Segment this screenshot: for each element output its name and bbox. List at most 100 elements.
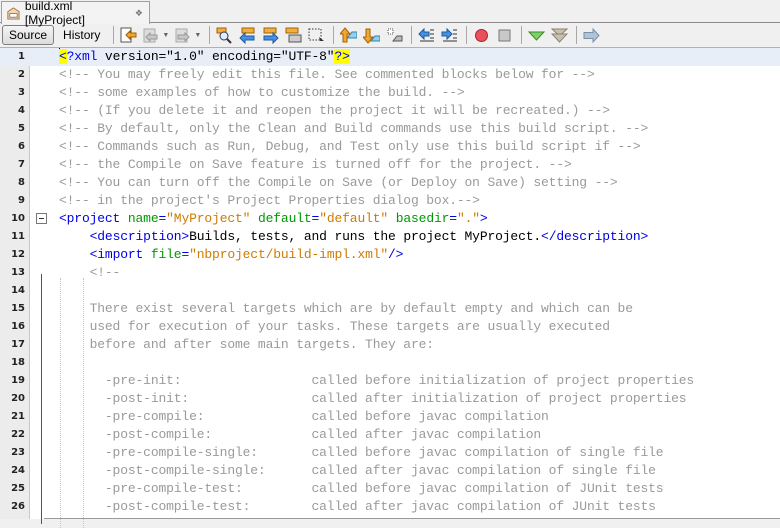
- line-code: <!-- You may freely edit this file. See …: [59, 66, 595, 84]
- code-line[interactable]: 5 <!-- By default, only the Clean and Bui…: [0, 120, 780, 138]
- code-line[interactable]: 3 <!-- some examples of how to customize …: [0, 84, 780, 102]
- code-line[interactable]: 7 <!-- the Compile on Save feature is tur…: [0, 156, 780, 174]
- line-code: <!-- some examples of how to customize t…: [59, 84, 465, 102]
- tab-build-xml[interactable]: build.xml [MyProject] ❖: [1, 0, 150, 27]
- history-button[interactable]: History: [56, 25, 107, 45]
- code-line[interactable]: 19 -pre-init: called before initializati…: [0, 372, 780, 390]
- code-line[interactable]: 2 <!-- You may freely edit this file. See…: [0, 66, 780, 84]
- last-edit-button[interactable]: [118, 25, 138, 45]
- code-line[interactable]: 8 <!-- You can turn off the Compile on Sa…: [0, 174, 780, 192]
- code-token-comment: used for execution of your tasks. These …: [59, 319, 610, 334]
- code-line[interactable]: 18: [0, 354, 780, 372]
- comment-button[interactable]: [526, 25, 546, 45]
- line-number: 12: [11, 249, 25, 260]
- close-icon[interactable]: ❖: [135, 8, 143, 19]
- code-token-comment: -post-compile: called after javac compil…: [59, 427, 542, 442]
- code-token-tag: =: [158, 211, 167, 226]
- line-code: -post-compile-single: called after javac…: [59, 462, 656, 480]
- find-previous-button[interactable]: [237, 25, 257, 45]
- code-line[interactable]: 17 before and after some main targets. T…: [0, 336, 780, 354]
- code-line[interactable]: 24 -post-compile-single: called after ja…: [0, 462, 780, 480]
- code-editor[interactable]: 1 <?xml version="1.0" encoding="UTF-8"?> 2…: [0, 48, 780, 528]
- code-line[interactable]: 22 -post-compile: called after javac com…: [0, 426, 780, 444]
- code-token-tag: </description>: [541, 229, 649, 244]
- line-code: before and after some main targets. They…: [59, 336, 434, 354]
- line-code: -post-compile: called after javac compil…: [59, 426, 541, 444]
- last-edit-icon: [120, 27, 137, 42]
- shift-right-button[interactable]: [439, 25, 459, 45]
- previous-bookmark-button[interactable]: [338, 25, 358, 45]
- line-number: 26: [11, 501, 25, 512]
- line-code: <!-- By default, only the Clean and Buil…: [59, 120, 648, 138]
- code-token-comment: -pre-compile: called before javac compil…: [59, 409, 549, 424]
- code-line[interactable]: 16 used for execution of your tasks. The…: [0, 318, 780, 336]
- code-line[interactable]: 4 <!-- (If you delete it and reopen the p…: [0, 102, 780, 120]
- code-line[interactable]: 13 <!--: [0, 264, 780, 282]
- find-next-button[interactable]: [260, 25, 280, 45]
- start-macro-button[interactable]: [471, 25, 491, 45]
- code-token-attr: name: [127, 211, 159, 226]
- line-number: 14: [11, 285, 25, 296]
- code-token-comment: before and after some main targets. They…: [59, 337, 434, 352]
- line-number: 20: [11, 393, 25, 404]
- collapse-fold-icon[interactable]: [36, 213, 47, 224]
- find-button[interactable]: [214, 25, 234, 45]
- toggle-highlight-button[interactable]: [283, 25, 303, 45]
- source-button[interactable]: Source: [2, 25, 55, 45]
- code-token-comment: <!-- By default, only the Clean and Buil…: [59, 121, 649, 136]
- code-line[interactable]: 6 <!-- Commands such as Run, Debug, and T…: [0, 138, 780, 156]
- line-number: 1: [18, 51, 25, 62]
- comment-icon: [527, 31, 545, 41]
- previous-bookmark-icon: [339, 26, 357, 42]
- line-number: 15: [11, 303, 25, 314]
- line-number: 7: [18, 159, 25, 170]
- line-number: 19: [11, 375, 25, 386]
- line-code: -pre-compile-single: called before javac…: [59, 444, 664, 462]
- next-error-button[interactable]: [581, 25, 601, 45]
- code-line[interactable]: 9 <!-- in the project's Project Propertie…: [0, 192, 780, 210]
- code-line[interactable]: 20 -post-init: called after initializati…: [0, 390, 780, 408]
- code-line[interactable]: 25 -pre-compile-test: called before java…: [0, 480, 780, 498]
- line-number: 17: [11, 339, 25, 350]
- line-number: 16: [11, 321, 25, 332]
- code-line[interactable]: 10 <project name="MyProject" default="def…: [0, 210, 780, 228]
- find-next-icon: [263, 27, 279, 44]
- code-line[interactable]: 15 There exist several targets which are…: [0, 300, 780, 318]
- line-number: 25: [11, 483, 25, 494]
- code-line[interactable]: 12 <import file="nbproject/build-impl.xm…: [0, 246, 780, 264]
- code-token-hl: <: [59, 49, 67, 64]
- line-number: 21: [11, 411, 25, 422]
- line-number: 23: [11, 447, 25, 458]
- forward-dropdown-icon[interactable]: ▼: [194, 32, 201, 39]
- toggle-bookmark-button[interactable]: [384, 25, 404, 45]
- uncomment-button[interactable]: [549, 25, 569, 45]
- line-number: 18: [11, 357, 25, 368]
- rectangular-selection-button[interactable]: [306, 25, 326, 45]
- shift-left-button[interactable]: [416, 25, 436, 45]
- code-token-comment: <!-- You can turn off the Compile on Sav…: [59, 175, 618, 190]
- tab-title: build.xml [MyProject]: [24, 0, 85, 27]
- next-bookmark-icon: [362, 28, 380, 44]
- code-line[interactable]: 23 -pre-compile-single: called before ja…: [0, 444, 780, 462]
- xml-file-icon: [7, 6, 20, 20]
- line-code: <!-- Commands such as Run, Debug, and Te…: [59, 138, 641, 156]
- code-line[interactable]: 11 <description>Builds, tests, and runs …: [0, 228, 780, 246]
- next-error-icon: [583, 27, 600, 43]
- find-icon: [216, 27, 232, 44]
- code-line[interactable]: 21 -pre-compile: called before javac com…: [0, 408, 780, 426]
- forward-button[interactable]: [173, 25, 193, 45]
- toolbar-separator: [576, 26, 578, 44]
- line-code: <project name="MyProject" default="defau…: [59, 210, 488, 228]
- line-number: 5: [18, 123, 25, 134]
- back-dropdown-icon[interactable]: ▼: [162, 32, 169, 39]
- back-button[interactable]: [141, 25, 161, 45]
- next-bookmark-button[interactable]: [361, 25, 381, 45]
- code-line[interactable]: 1 <?xml version="1.0" encoding="UTF-8"?>: [0, 48, 780, 66]
- code-line[interactable]: 14: [0, 282, 780, 300]
- forward-icon: [175, 28, 190, 42]
- code-token-tag: =: [449, 211, 457, 226]
- line-code: -post-init: called after initialization …: [59, 390, 687, 408]
- code-line[interactable]: 26 -post-compile-test: called after java…: [0, 498, 780, 516]
- stop-macro-button[interactable]: [494, 25, 514, 45]
